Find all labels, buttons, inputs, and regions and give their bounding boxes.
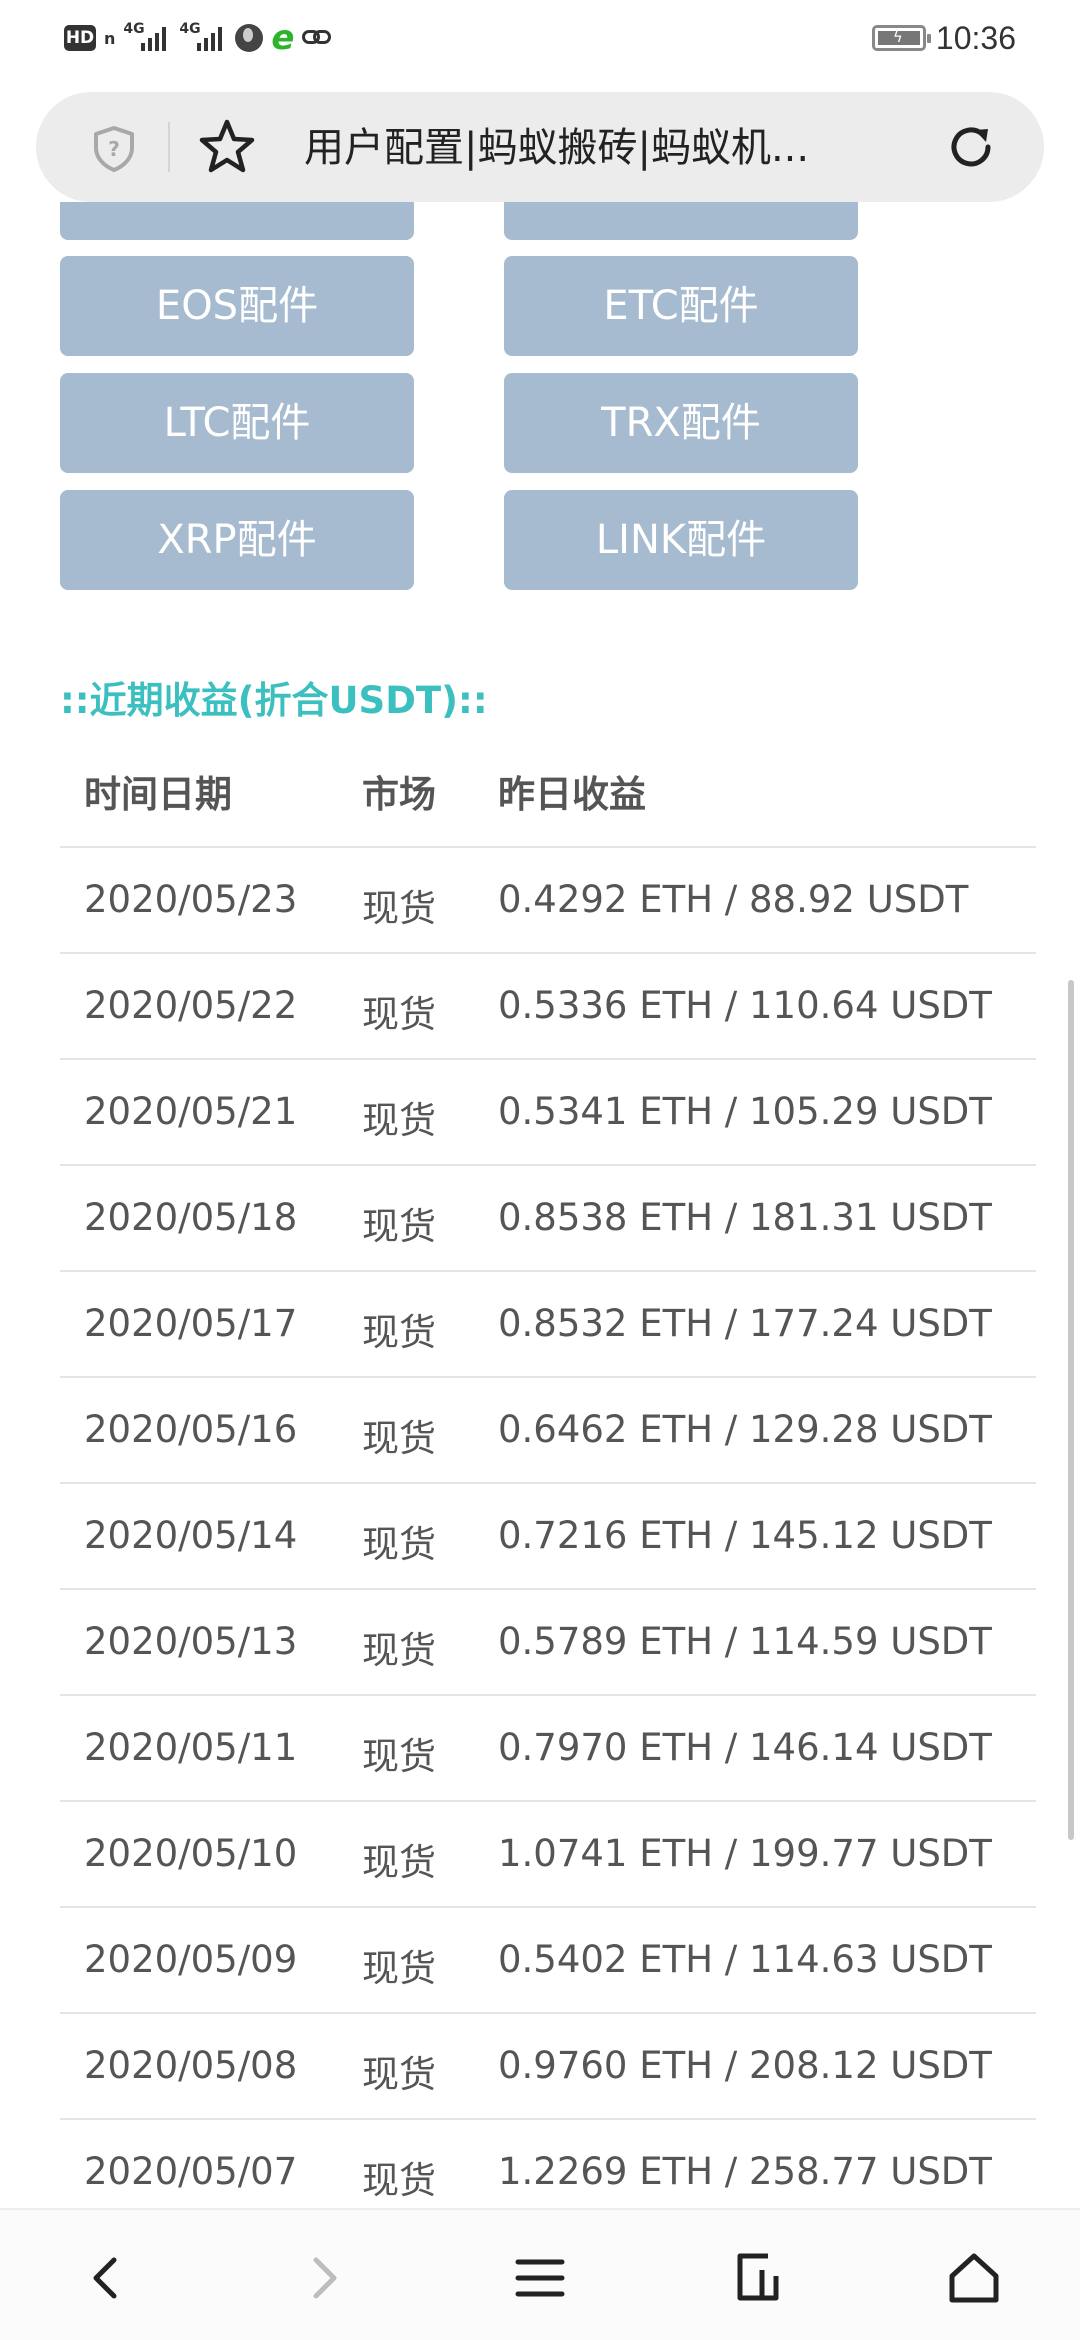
bottom-nav [0, 2208, 1080, 2340]
section-title: ::近期收益(折合USDT):: [60, 679, 488, 722]
row-profit: 0.9760 ETH / 208.12 USDT [498, 2044, 992, 2087]
signal-icon: 4G [123, 21, 171, 53]
row-market: 现货 [362, 1947, 436, 1990]
row-profit: 0.5789 ETH / 114.59 USDT [498, 1620, 992, 1663]
table-body: 2020/05/23 现货 0.4292 ETH / 88.92 USDT 2020/… [60, 848, 1036, 2208]
hd-icon: HD [64, 25, 96, 51]
globe-icon [235, 24, 264, 52]
row-date: 2020/05/21 [84, 1090, 298, 1133]
coin-button-partial-left[interactable] [60, 202, 414, 240]
row-date: 2020/05/17 [84, 1302, 298, 1345]
row-market: 现货 [362, 1311, 436, 1354]
table-row: 2020/05/14 现货 0.7216 ETH / 145.12 USDT [60, 1484, 1036, 1590]
tabs-icon[interactable] [728, 2248, 788, 2308]
etc-button[interactable]: ETC配件 [504, 256, 858, 356]
header-market: 市场 [362, 773, 436, 816]
battery-icon: ϟ [871, 25, 931, 51]
table-row: 2020/05/16 现货 0.6462 ETH / 129.28 USDT [60, 1378, 1036, 1484]
row-profit: 0.7970 ETH / 146.14 USDT [498, 1726, 992, 1769]
address-bar[interactable]: ? 用户配置|蚂蚁搬砖|蚂蚁机... [36, 92, 1044, 202]
table-row: 2020/05/21 现货 0.5341 ETH / 105.29 USDT [60, 1060, 1036, 1166]
ltc-button[interactable]: LTC配件 [60, 373, 414, 473]
shield-icon[interactable]: ? [88, 122, 140, 174]
browser-e-icon: e [271, 18, 295, 58]
table-row: 2020/05/17 现货 0.8532 ETH / 177.24 USDT [60, 1272, 1036, 1378]
header-date: 时间日期 [84, 773, 232, 816]
row-date: 2020/05/11 [84, 1726, 298, 1769]
scrollbar[interactable] [1068, 980, 1074, 1840]
row-market: 现货 [362, 1205, 436, 1248]
trx-button[interactable]: TRX配件 [504, 373, 858, 473]
table-row: 2020/05/08 现货 0.9760 ETH / 208.12 USDT [60, 2014, 1036, 2120]
row-profit: 0.5341 ETH / 105.29 USDT [498, 1090, 992, 1133]
row-profit: 0.6462 ETH / 129.28 USDT [498, 1408, 992, 1451]
row-date: 2020/05/13 [84, 1620, 298, 1663]
row-profit: 0.5402 ETH / 114.63 USDT [498, 1938, 992, 1981]
row-date: 2020/05/16 [84, 1408, 298, 1451]
table-row: 2020/05/09 现货 0.5402 ETH / 114.63 USDT [60, 1908, 1036, 2014]
row-market: 现货 [362, 1417, 436, 1460]
row-profit: 0.4292 ETH / 88.92 USDT [498, 878, 969, 921]
link-button[interactable]: LINK配件 [504, 490, 858, 590]
forward-icon[interactable] [294, 2248, 354, 2308]
svg-text:?: ? [108, 137, 120, 161]
link-icon [302, 28, 332, 48]
status-bar: HD n 4G 4G e ϟ 10:36 [0, 0, 1080, 76]
row-profit: 0.7216 ETH / 145.12 USDT [498, 1514, 992, 1557]
row-market: 现货 [362, 887, 436, 930]
row-market: 现货 [362, 1523, 436, 1566]
row-market: 现货 [362, 1629, 436, 1672]
row-market: 现货 [362, 2053, 436, 2096]
home-icon[interactable] [944, 2248, 1004, 2308]
earnings-table: 时间日期 市场 昨日收益 2020/05/23 现货 0.4292 ETH / 88… [60, 730, 1036, 2208]
status-icons-left: HD n 4G 4G e [64, 20, 332, 56]
table-row: 2020/05/13 现货 0.5789 ETH / 114.59 USDT [60, 1590, 1036, 1696]
table-header: 时间日期 市场 昨日收益 [60, 730, 1036, 848]
row-profit: 0.8538 ETH / 181.31 USDT [498, 1196, 992, 1239]
row-market: 现货 [362, 2159, 436, 2202]
row-date: 2020/05/23 [84, 878, 298, 921]
header-profit: 昨日收益 [498, 773, 646, 816]
hd-sub-label: n [104, 28, 116, 48]
main-content: EOS配件 ETC配件 LTC配件 TRX配件 XRP配件 LINK配件 ::近… [0, 202, 1080, 2208]
menu-icon[interactable] [510, 2248, 570, 2308]
row-date: 2020/05/22 [84, 984, 298, 1027]
table-row: 2020/05/07 现货 1.2269 ETH / 258.77 USDT [60, 2120, 1036, 2208]
row-date: 2020/05/10 [84, 1832, 298, 1875]
row-date: 2020/05/14 [84, 1514, 298, 1557]
table-row: 2020/05/18 现货 0.8538 ETH / 181.31 USDT [60, 1166, 1036, 1272]
star-icon[interactable] [196, 116, 258, 178]
status-icons-right: ϟ 10:36 [871, 18, 1016, 58]
row-profit: 0.8532 ETH / 177.24 USDT [498, 1302, 992, 1345]
row-profit: 0.5336 ETH / 110.64 USDT [498, 984, 992, 1027]
page-title[interactable]: 用户配置|蚂蚁搬砖|蚂蚁机... [304, 120, 904, 176]
address-divider [168, 122, 170, 172]
table-row: 2020/05/22 现货 0.5336 ETH / 110.64 USDT [60, 954, 1036, 1060]
table-row: 2020/05/11 现货 0.7970 ETH / 146.14 USDT [60, 1696, 1036, 1802]
back-icon[interactable] [76, 2248, 136, 2308]
row-date: 2020/05/09 [84, 1938, 298, 1981]
signal-icon-2: 4G [179, 21, 227, 53]
row-market: 现货 [362, 993, 436, 1036]
eos-button[interactable]: EOS配件 [60, 256, 414, 356]
xrp-button[interactable]: XRP配件 [60, 490, 414, 590]
row-date: 2020/05/07 [84, 2150, 298, 2193]
reload-icon[interactable] [942, 118, 1000, 176]
row-market: 现货 [362, 1735, 436, 1778]
row-market: 现货 [362, 1841, 436, 1884]
clock: 10:36 [935, 19, 1016, 56]
row-profit: 1.2269 ETH / 258.77 USDT [498, 2150, 992, 2193]
row-profit: 1.0741 ETH / 199.77 USDT [498, 1832, 992, 1875]
row-date: 2020/05/18 [84, 1196, 298, 1239]
table-row: 2020/05/23 现货 0.4292 ETH / 88.92 USDT [60, 848, 1036, 954]
coin-button-partial-right[interactable] [504, 202, 858, 240]
row-date: 2020/05/08 [84, 2044, 298, 2087]
row-market: 现货 [362, 1099, 436, 1142]
table-row: 2020/05/10 现货 1.0741 ETH / 199.77 USDT [60, 1802, 1036, 1908]
